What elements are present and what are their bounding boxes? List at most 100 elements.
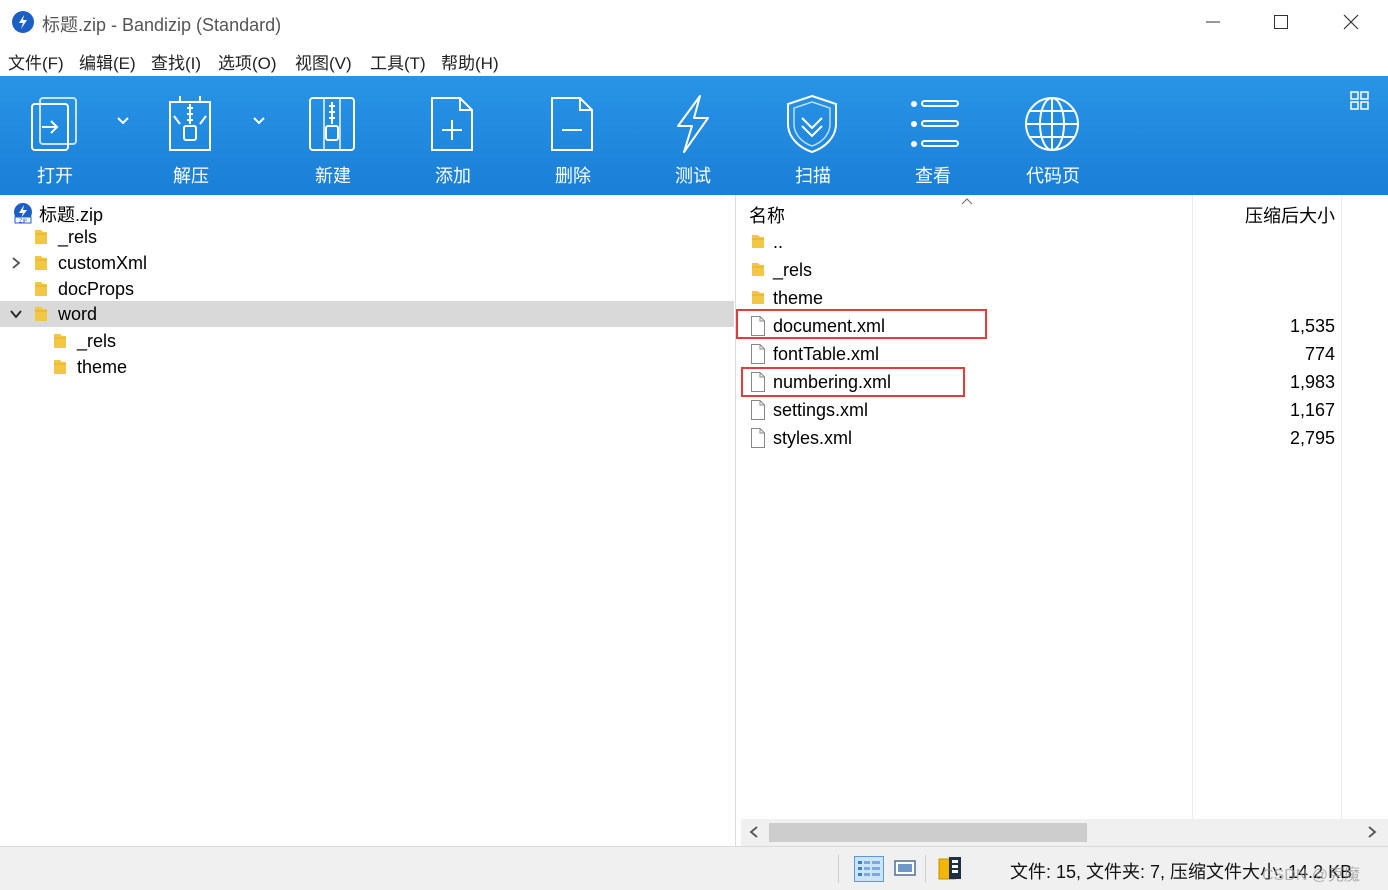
add-label: 添加 xyxy=(435,166,471,186)
extract-dropdown-chevron-icon[interactable] xyxy=(252,116,266,126)
folder-icon xyxy=(752,235,764,248)
scroll-right-icon[interactable] xyxy=(1367,826,1377,838)
highlight-box-document xyxy=(736,309,987,339)
file-icon xyxy=(751,428,765,448)
menu-tools[interactable]: 工具(T) xyxy=(370,49,426,74)
codepage-button[interactable]: 代码页 xyxy=(998,76,1108,195)
scroll-left-icon[interactable] xyxy=(749,826,759,838)
folder-icon xyxy=(35,307,47,321)
list-item-parent[interactable]: .. xyxy=(741,228,1341,256)
folder-icon xyxy=(35,282,47,296)
new-archive-icon xyxy=(309,97,355,151)
file-size: 2,795 xyxy=(1289,428,1335,448)
file-size: 1,983 xyxy=(1289,372,1335,392)
bandizip-logo-icon xyxy=(12,11,34,33)
watermark: CSDN @克魔 xyxy=(1262,867,1361,884)
scan-label: 扫描 xyxy=(795,166,831,186)
folder-icon xyxy=(54,360,66,374)
file-name: _rels xyxy=(773,260,813,280)
menu-find[interactable]: 查找(I) xyxy=(151,49,201,74)
view-button[interactable]: 查看 xyxy=(878,76,988,195)
tree-item-label: _rels xyxy=(77,331,117,351)
open-label: 打开 xyxy=(37,166,73,186)
shield-icon xyxy=(787,94,837,154)
list-item[interactable]: styles.xml 2,795 xyxy=(741,424,1341,452)
list-item[interactable]: theme xyxy=(741,284,1341,312)
file-name: settings.xml xyxy=(773,400,869,420)
layout-grid-icon[interactable] xyxy=(1350,91,1370,111)
tree-item-selected[interactable]: word xyxy=(0,301,734,327)
file-icon xyxy=(751,400,765,420)
folder-icon xyxy=(752,263,764,276)
delete-file-icon xyxy=(551,97,593,151)
extract-icon xyxy=(169,96,211,151)
scan-button[interactable]: 扫描 xyxy=(758,76,868,195)
tree-item-label: theme xyxy=(77,357,128,377)
thumbnail-view-icon[interactable] xyxy=(893,856,917,880)
chevron-right-icon[interactable] xyxy=(9,256,23,270)
sort-ascending-icon xyxy=(961,198,973,205)
column-divider[interactable] xyxy=(1341,195,1342,819)
archive-info-icon[interactable] xyxy=(937,856,963,882)
toolbar: 打开 解压 新建 添加 删除 测试 扫描 查看 代码页 xyxy=(0,76,1388,195)
tree-item-label: _rels xyxy=(58,227,98,247)
zip-archive-icon: ZIP xyxy=(14,203,32,224)
tree-root[interactable]: ZIP 标题.zip xyxy=(0,198,734,225)
status-bar: 文件: 15, 文件夹: 7, 压缩文件大小: 14.2 KB CSDN @克魔 xyxy=(0,846,1388,890)
file-size: 1,167 xyxy=(1289,400,1335,420)
list-item[interactable]: settings.xml 1,167 xyxy=(741,396,1341,424)
tree-item[interactable]: docProps xyxy=(0,276,734,302)
tree-item[interactable]: _rels xyxy=(0,224,734,250)
menu-view[interactable]: 视图(V) xyxy=(295,49,352,74)
menu-bar: 文件(F) 编辑(E) 查找(I) 选项(O) 视图(V) 工具(T) 帮助(H… xyxy=(0,44,1388,76)
chevron-down-icon[interactable] xyxy=(9,307,23,321)
details-view-icon[interactable] xyxy=(854,856,884,882)
maximize-button[interactable] xyxy=(1246,0,1316,44)
menu-help[interactable]: 帮助(H) xyxy=(441,49,499,74)
scrollbar-thumb[interactable] xyxy=(769,823,1087,842)
tree-item[interactable]: theme xyxy=(0,354,734,380)
folder-icon xyxy=(54,334,66,348)
add-button[interactable]: 添加 xyxy=(398,76,508,195)
folder-icon xyxy=(752,291,764,304)
file-size: 1,535 xyxy=(1289,316,1335,336)
new-archive-button[interactable]: 新建 xyxy=(278,76,388,195)
menu-options[interactable]: 选项(O) xyxy=(218,49,277,74)
tree-item[interactable]: customXml xyxy=(0,250,734,276)
test-button[interactable]: 测试 xyxy=(638,76,748,195)
codepage-label: 代码页 xyxy=(1026,166,1080,186)
add-file-icon xyxy=(431,97,473,151)
column-header-name[interactable]: 名称 xyxy=(749,202,785,228)
open-icon xyxy=(31,97,77,151)
delete-button[interactable]: 删除 xyxy=(518,76,628,195)
open-dropdown-chevron-icon[interactable] xyxy=(116,116,130,126)
list-item[interactable]: fontTable.xml 774 xyxy=(741,340,1341,368)
horizontal-scrollbar[interactable] xyxy=(741,819,1388,846)
window-title: 标题.zip - Bandizip (Standard) xyxy=(42,15,282,35)
new-archive-label: 新建 xyxy=(315,166,351,186)
menu-file[interactable]: 文件(F) xyxy=(8,49,64,74)
close-button[interactable] xyxy=(1316,0,1386,44)
file-icon xyxy=(751,344,765,364)
title-bar: 标题.zip - Bandizip (Standard) xyxy=(0,0,1388,44)
list-header: 名称 压缩后大小 xyxy=(741,195,1388,227)
globe-icon xyxy=(1025,97,1079,151)
view-label: 查看 xyxy=(915,166,951,186)
folder-icon xyxy=(35,256,47,270)
column-header-size[interactable]: 压缩后大小 xyxy=(1193,202,1337,228)
folder-tree: ZIP 标题.zip _rels customXml docProps word… xyxy=(0,195,736,846)
menu-edit[interactable]: 编辑(E) xyxy=(79,49,136,74)
tree-item-label: word xyxy=(58,304,98,324)
extract-button[interactable]: 解压 xyxy=(136,76,246,195)
tree-item[interactable]: _rels xyxy=(0,328,734,354)
list-view-icon xyxy=(911,100,959,147)
test-label: 测试 xyxy=(675,166,711,186)
file-name: styles.xml xyxy=(773,428,853,448)
folder-icon xyxy=(35,230,47,244)
tree-item-label: customXml xyxy=(58,253,148,273)
tree-item-label: docProps xyxy=(58,279,135,299)
status-separator xyxy=(925,855,926,883)
list-item[interactable]: _rels xyxy=(741,256,1341,284)
open-button[interactable]: 打开 xyxy=(0,76,110,195)
minimize-button[interactable] xyxy=(1178,0,1248,44)
